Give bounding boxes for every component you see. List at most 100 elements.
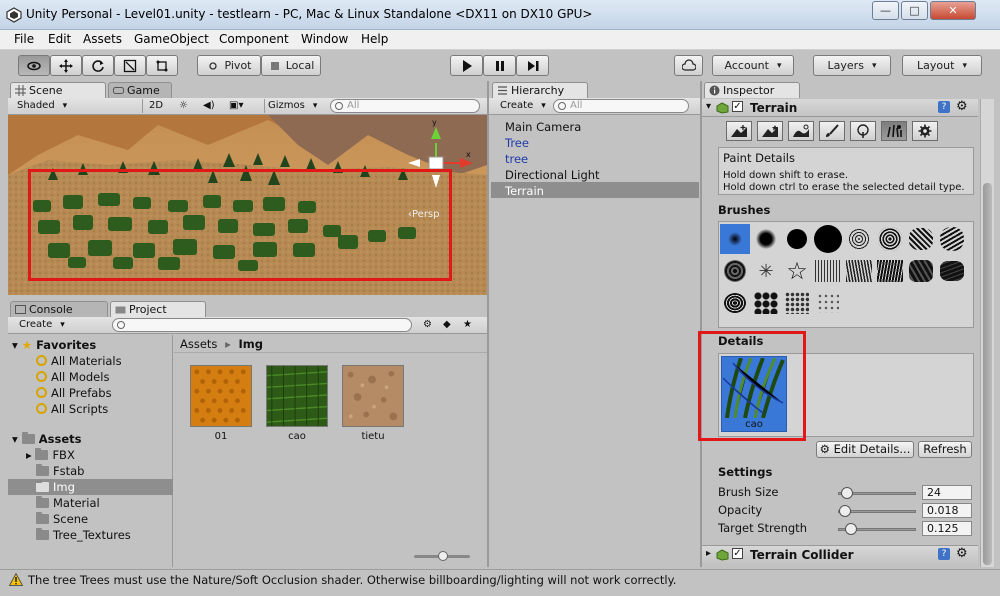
lighting-toggle-icon[interactable]: ☼	[176, 99, 191, 113]
brush-size-slider-thumb[interactable]	[841, 487, 853, 499]
layers-dropdown[interactable]: Layers	[813, 55, 891, 76]
opacity-slider[interactable]	[838, 505, 916, 517]
tab-hierarchy[interactable]: Hierarchy	[492, 82, 588, 98]
tab-project[interactable]: Project	[110, 301, 206, 317]
cloud-button[interactable]	[674, 55, 703, 76]
component-enabled-checkbox[interactable]: ✓	[732, 101, 743, 112]
favorite-all-scripts[interactable]: All Scripts	[36, 401, 108, 417]
rect-tool-button[interactable]	[146, 55, 178, 76]
brush-grass-1[interactable]	[813, 256, 843, 286]
menu-help[interactable]: Help	[361, 32, 388, 46]
hierarchy-item-directional-light[interactable]: Directional Light	[505, 168, 600, 182]
filter-label-icon[interactable]: ◆	[440, 318, 454, 332]
inspector-scrollbar-thumb[interactable]	[983, 183, 992, 565]
brush-blob[interactable]	[720, 288, 750, 318]
hierarchy-item-tree[interactable]: tree	[505, 152, 528, 166]
foldout-arrow-icon[interactable]: ▾	[706, 101, 711, 112]
asset-thumb-01[interactable]	[190, 365, 252, 427]
favorite-star-icon[interactable]: ★	[460, 318, 475, 332]
brush-flower[interactable]	[720, 256, 750, 286]
move-tool-button[interactable]	[50, 55, 82, 76]
brush-splatter-4[interactable]	[937, 224, 967, 254]
brush-hard-large[interactable]	[813, 224, 843, 254]
step-button[interactable]	[516, 55, 549, 76]
brush-hard-medium[interactable]	[782, 224, 812, 254]
minimize-button[interactable]: —	[872, 1, 899, 20]
breadcrumb-root[interactable]: Assets	[180, 337, 217, 351]
status-message[interactable]: The tree Trees must use the Nature/Soft …	[28, 573, 676, 587]
terrain-collider-header[interactable]: ▸ ✓ Terrain Collider ? ⚙	[702, 545, 978, 563]
effects-dropdown-icon[interactable]: ▣▾	[226, 99, 246, 113]
folder-scene[interactable]: Scene	[36, 511, 88, 527]
hierarchy-item-tree-prefab[interactable]: Tree	[505, 136, 529, 150]
brush-grass-3[interactable]	[875, 256, 905, 286]
menu-assets[interactable]: Assets	[83, 32, 122, 46]
menu-component[interactable]: Component	[219, 32, 289, 46]
refresh-button[interactable]: Refresh	[918, 441, 972, 458]
component-gear-icon[interactable]: ⚙	[956, 99, 968, 114]
scale-tool-button[interactable]	[114, 55, 146, 76]
hand-tool-button[interactable]	[18, 55, 50, 76]
pause-button[interactable]	[483, 55, 516, 76]
favorite-all-prefabs[interactable]: All Prefabs	[36, 385, 112, 401]
terrain-component-header[interactable]: ▾ ✓ Terrain ? ⚙	[702, 99, 978, 117]
brush-rock-2[interactable]	[937, 256, 967, 286]
folder-tree-textures[interactable]: Tree_Textures	[36, 527, 131, 543]
hierarchy-search-input[interactable]: All	[553, 99, 689, 113]
local-toggle[interactable]: Local	[261, 55, 321, 76]
hierarchy-item-main-camera[interactable]: Main Camera	[505, 120, 581, 134]
brush-star[interactable]: ☆	[782, 256, 812, 286]
collider-gear-icon[interactable]: ⚙	[956, 546, 968, 561]
paint-details-tool-button[interactable]	[881, 121, 907, 141]
favorite-all-models[interactable]: All Models	[36, 369, 109, 385]
slider-thumb[interactable]	[438, 551, 448, 561]
brush-splatter-3[interactable]	[906, 224, 936, 254]
pivot-toggle[interactable]: Pivot	[197, 55, 261, 76]
folder-img[interactable]: Img	[36, 479, 75, 495]
raise-lower-tool-button[interactable]	[726, 121, 752, 141]
smooth-tool-button[interactable]	[788, 121, 814, 141]
asset-thumb-cao[interactable]	[266, 365, 328, 427]
panel-divider-left[interactable]	[487, 81, 489, 567]
brush-starburst[interactable]: ✳	[751, 256, 781, 286]
place-trees-tool-button[interactable]	[850, 121, 876, 141]
foldout-arrow-icon[interactable]: ▸	[706, 548, 711, 559]
tab-game[interactable]: Game	[108, 82, 172, 98]
brush-speckle-2[interactable]	[813, 288, 843, 318]
audio-toggle-icon[interactable]: ◀)	[200, 99, 218, 113]
brush-speckle-1[interactable]	[782, 288, 812, 318]
opacity-slider-thumb[interactable]	[839, 505, 851, 517]
menu-file[interactable]: File	[14, 32, 34, 46]
account-dropdown[interactable]: Account	[712, 55, 794, 76]
tab-scene[interactable]: Scene	[10, 82, 106, 98]
help-book-icon[interactable]: ?	[938, 101, 950, 113]
folder-material[interactable]: Material	[36, 495, 100, 511]
edit-details-button[interactable]: ⚙ Edit Details...	[816, 441, 914, 458]
brush-size-slider[interactable]	[838, 487, 916, 499]
menu-edit[interactable]: Edit	[48, 32, 71, 46]
breadcrumb-current[interactable]: Img	[239, 337, 264, 351]
brush-grass-2[interactable]	[844, 256, 874, 286]
shading-mode-dropdown[interactable]: Shaded	[14, 99, 132, 113]
assets-root[interactable]: ▾ Assets	[12, 431, 82, 447]
brush-splatter-2[interactable]	[875, 224, 905, 254]
paint-height-tool-button[interactable]	[757, 121, 783, 141]
opacity-field[interactable]: 0.018	[922, 503, 972, 518]
brush-soft-medium[interactable]	[751, 224, 781, 254]
layout-dropdown[interactable]: Layout	[902, 55, 982, 76]
brush-rock-1[interactable]	[906, 256, 936, 286]
thumbnail-size-slider[interactable]	[414, 551, 470, 561]
brush-size-field[interactable]: 24	[922, 485, 972, 500]
inspector-scrollbar[interactable]	[980, 99, 994, 567]
maximize-button[interactable]: □	[901, 1, 928, 20]
scene-viewport[interactable]: y x ‹Persp	[8, 115, 487, 295]
close-button[interactable]: ✕	[930, 1, 976, 20]
brush-dots[interactable]	[751, 288, 781, 318]
terrain-settings-tool-button[interactable]	[912, 121, 938, 141]
gizmos-dropdown[interactable]: Gizmos	[264, 99, 320, 113]
2d-toggle[interactable]: 2D	[142, 99, 166, 113]
project-create-dropdown[interactable]: Create	[16, 318, 68, 332]
tab-inspector[interactable]: Inspector	[704, 82, 800, 98]
hierarchy-create-dropdown[interactable]: Create	[497, 99, 549, 113]
favorites-header[interactable]: ▾ ★ Favorites	[12, 337, 96, 353]
